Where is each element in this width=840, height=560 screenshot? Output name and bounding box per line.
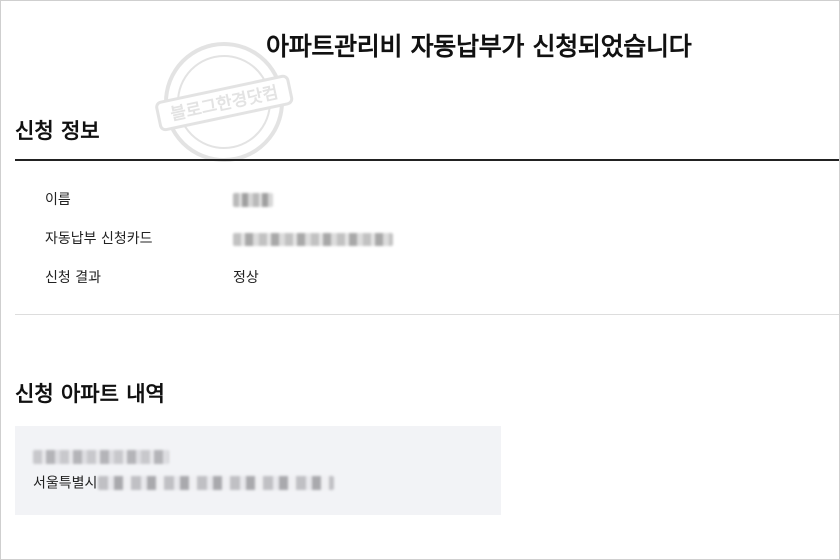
card-label: 자동납부 신청카드 xyxy=(45,231,153,247)
info-row-name: 이름 xyxy=(1,189,839,211)
masked-card-number xyxy=(233,233,393,246)
result-value: 정상 xyxy=(233,270,259,286)
masked-apartment-name xyxy=(33,450,169,464)
success-title: 아파트관리비 자동납부가 신청되었습니다 xyxy=(266,32,692,61)
address-city: 서울특별시 xyxy=(33,475,98,492)
card-value xyxy=(233,228,393,246)
result-label: 신청 결과 xyxy=(45,270,101,286)
info-row-result: 신청 결과 정상 xyxy=(1,267,839,289)
apartment-list-heading: 신청 아파트 내역 xyxy=(15,382,165,406)
watermark-text: 블로그한경닷컴 xyxy=(169,82,280,125)
application-info-heading: 신청 정보 xyxy=(15,119,100,143)
watermark-inner-ring xyxy=(177,55,271,149)
info-row-card: 자동납부 신청카드 xyxy=(1,228,839,250)
result-page: 블로그한경닷컴 아파트관리비 자동납부가 신청되었습니다 신청 정보 이름 자동… xyxy=(0,0,840,560)
apartment-address: 서울특별시 xyxy=(33,472,335,492)
section-divider xyxy=(15,159,839,161)
watermark-banner xyxy=(155,74,294,132)
section-divider-light xyxy=(15,314,839,315)
masked-address-detail xyxy=(98,475,335,490)
name-label: 이름 xyxy=(45,192,71,208)
apartment-card: 서울특별시 xyxy=(15,426,501,515)
masked-name xyxy=(233,193,273,207)
name-value xyxy=(233,189,273,207)
